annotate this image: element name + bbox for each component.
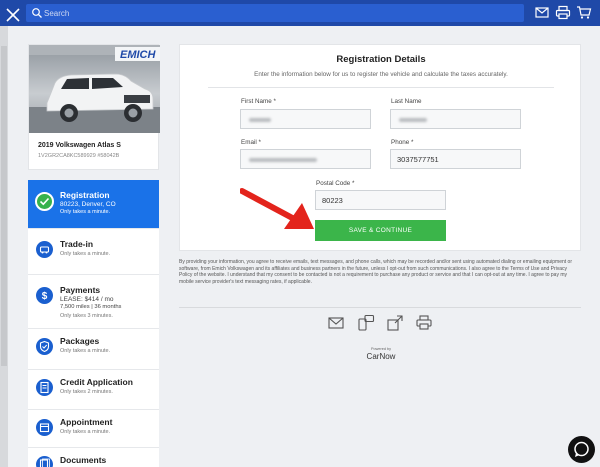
- redacted-value: [249, 118, 271, 122]
- consent-disclaimer: By providing your information, you agree…: [179, 259, 572, 285]
- print-share-icon[interactable]: [415, 314, 433, 332]
- search-input[interactable]: [44, 5, 514, 21]
- first-name-field[interactable]: [240, 109, 371, 129]
- save-continue-button[interactable]: SAVE & CONTINUE: [315, 220, 446, 241]
- phone-label: Phone *: [391, 139, 414, 146]
- first-name-label: First Name *: [241, 98, 276, 105]
- document-icon: [36, 379, 53, 396]
- print-icon[interactable]: [555, 5, 571, 20]
- postal-code-label: Postal Code *: [316, 180, 355, 187]
- scrollbar[interactable]: [0, 26, 8, 467]
- postal-code-field[interactable]: [315, 190, 446, 210]
- divider: [179, 307, 581, 308]
- last-name-label: Last Name: [391, 98, 422, 105]
- panel-intro: Enter the information below for us to re…: [254, 71, 508, 78]
- chat-button[interactable]: [568, 436, 595, 463]
- redacted-value: [399, 118, 427, 122]
- email-share-icon[interactable]: [327, 314, 345, 332]
- email-icon[interactable]: [534, 5, 550, 20]
- top-bar: [0, 0, 600, 26]
- step-credit-application[interactable]: Credit Application Only takes 2 minutes.: [28, 370, 159, 410]
- powered-by-label: Powered by: [370, 347, 392, 351]
- last-name-field[interactable]: [390, 109, 521, 129]
- step-detail: LEASE: $414 / mo: [60, 296, 114, 303]
- step-title: Packages: [60, 336, 100, 346]
- step-terms: 7,500 miles | 36 months: [60, 304, 122, 310]
- step-payments[interactable]: $ Payments LEASE: $414 / mo 7,500 miles …: [28, 275, 159, 329]
- svg-text:$: $: [42, 291, 48, 302]
- step-detail: 80223, Denver, CO: [60, 201, 116, 208]
- search-bar[interactable]: [26, 4, 524, 22]
- chat-bubble-icon: [574, 441, 589, 457]
- step-duration: Only takes 3 minutes.: [60, 313, 113, 319]
- shield-icon: [36, 338, 53, 355]
- step-duration: Only takes a minute.: [60, 429, 111, 435]
- carnow-logo: CarNow: [366, 352, 396, 361]
- email-field[interactable]: [240, 149, 371, 169]
- search-icon: [32, 8, 42, 18]
- step-packages[interactable]: Packages Only takes a minute.: [28, 329, 159, 370]
- trade-in-icon: [36, 241, 53, 258]
- panel-title: Registration Details: [336, 54, 426, 65]
- step-title: Documents: [60, 455, 107, 465]
- vehicle-card: EMICH 2019 Volkswagen Atlas S 1V2GR2CA8K…: [28, 44, 160, 170]
- step-duration: Only takes 2 minutes.: [60, 389, 113, 395]
- share-icon[interactable]: [386, 314, 404, 332]
- step-duration: Only takes a minute.: [60, 209, 111, 215]
- step-appointment[interactable]: Appointment Only takes a minute.: [28, 410, 159, 448]
- close-icon[interactable]: [4, 3, 22, 25]
- documents-icon: [36, 456, 53, 467]
- redacted-value: [249, 158, 317, 162]
- vehicle-photo: EMICH: [29, 45, 160, 133]
- registration-panel: Registration Details Enter the informati…: [179, 44, 581, 251]
- step-list: Registration 80223, Denver, CO Only take…: [28, 180, 159, 467]
- step-trade-in[interactable]: Trade-in Only takes a minute.: [28, 229, 159, 275]
- calendar-icon: [36, 419, 53, 436]
- step-duration: Only takes a minute.: [60, 251, 111, 257]
- step-title: Registration: [60, 190, 110, 200]
- text-message-icon[interactable]: [357, 314, 375, 332]
- scrollbar-thumb[interactable]: [1, 46, 7, 366]
- vehicle-vin: 1V2GR2CA8KC589929 #58042B: [38, 153, 120, 159]
- dealer-logo: EMICH: [120, 49, 157, 61]
- dollar-icon: $: [36, 287, 53, 304]
- email-label: Email *: [241, 139, 261, 146]
- divider: [208, 87, 554, 88]
- step-documents[interactable]: Documents: [28, 448, 159, 467]
- red-arrow-annotation: [240, 188, 314, 229]
- cart-icon[interactable]: [576, 5, 592, 20]
- phone-field[interactable]: [390, 149, 521, 169]
- step-title: Trade-in: [60, 239, 94, 249]
- vehicle-image: EMICH: [29, 45, 160, 133]
- step-title: Appointment: [60, 417, 113, 427]
- step-title: Credit Application: [60, 377, 133, 387]
- check-icon: [35, 192, 54, 211]
- vehicle-name: 2019 Volkswagen Atlas S: [38, 142, 121, 149]
- step-duration: Only takes a minute.: [60, 348, 111, 354]
- step-registration[interactable]: Registration 80223, Denver, CO Only take…: [28, 180, 159, 229]
- step-title: Payments: [60, 285, 101, 295]
